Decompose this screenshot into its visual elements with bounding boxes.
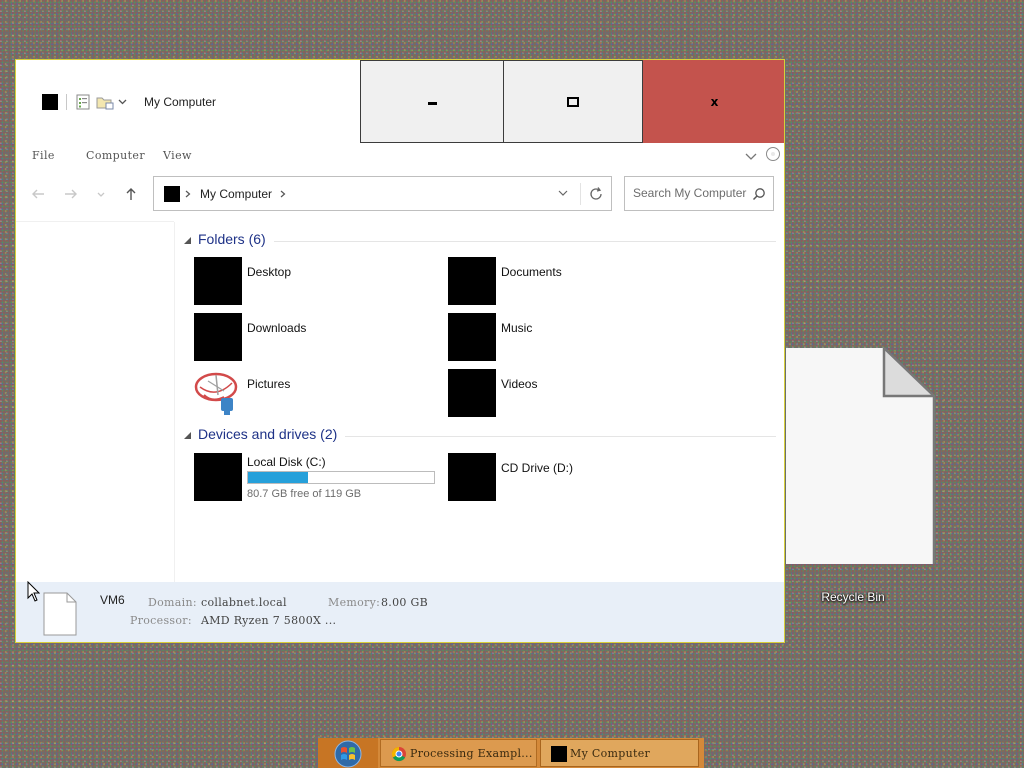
content-pane: Folders (6) Desktop Documents Downloads …	[174, 222, 784, 582]
devices-group-header[interactable]: Devices and drives (2)	[184, 426, 776, 446]
menu-computer[interactable]: Computer	[86, 149, 145, 162]
details-pane: VM6 Domain: collabnet.local Memory: 8.00…	[16, 582, 784, 642]
processor-value: AMD Ryzen 7 5800X ...	[201, 614, 337, 627]
search-input[interactable]	[633, 186, 748, 200]
processor-label: Processor:	[130, 614, 192, 627]
folder-label: Downloads	[247, 321, 307, 335]
recent-locations-chevron-icon[interactable]	[96, 186, 106, 202]
computer-file-icon	[43, 592, 77, 636]
memory-value: 8.00 GB	[381, 596, 428, 609]
address-path[interactable]: My Computer	[200, 187, 272, 201]
local-disk-icon	[194, 453, 242, 501]
folder-tile-pictures[interactable]: Pictures	[194, 369, 434, 417]
group-divider	[198, 241, 776, 242]
mouse-cursor-icon	[27, 581, 40, 602]
drive-tile-local-disk[interactable]: Local Disk (C:) 80.7 GB free of 119 GB	[194, 453, 435, 501]
up-arrow-icon[interactable]	[123, 186, 139, 202]
folder-label: Documents	[501, 265, 562, 279]
windows-start-icon	[334, 740, 362, 768]
folder-tile-documents[interactable]: Documents	[448, 257, 688, 305]
folder-label: Desktop	[247, 265, 292, 279]
close-button[interactable]: x	[643, 60, 784, 143]
forward-arrow-icon[interactable]	[63, 186, 79, 202]
documents-folder-icon	[448, 257, 496, 305]
computer-icon	[551, 746, 567, 762]
cd-drive-icon	[448, 453, 496, 501]
drive-usage-bar	[247, 471, 435, 484]
music-folder-icon	[448, 313, 496, 361]
explorer-window: My Computer x File Computer View My Comp…	[15, 59, 785, 643]
downloads-folder-icon	[194, 313, 242, 361]
folder-tile-desktop[interactable]: Desktop	[194, 257, 434, 305]
address-history-chevron-icon[interactable]	[558, 189, 568, 197]
drive-tile-cd-drive[interactable]: CD Drive (D:)	[448, 453, 688, 501]
videos-folder-icon	[448, 369, 496, 417]
drive-usage-fill	[248, 472, 308, 483]
domain-label: Domain:	[148, 596, 197, 609]
collapse-arrow-icon[interactable]	[184, 432, 191, 439]
folder-label: Videos	[501, 377, 538, 391]
start-button[interactable]	[318, 738, 378, 768]
close-icon: x	[710, 94, 719, 109]
refresh-icon[interactable]	[588, 186, 604, 202]
recycle-bin-label: Recycle Bin	[821, 590, 885, 604]
drive-label: Local Disk (C:)	[247, 455, 326, 469]
maximize-button[interactable]	[503, 60, 643, 143]
properties-icon[interactable]	[76, 94, 90, 110]
chevron-down-icon[interactable]	[118, 97, 127, 106]
computer-icon	[164, 186, 180, 202]
window-title: My Computer	[144, 95, 217, 109]
recycle-bin-desktop-icon[interactable]: Recycle Bin	[786, 346, 936, 608]
help-icon[interactable]	[766, 147, 780, 161]
taskbar-button-my-computer[interactable]: My Computer	[540, 739, 699, 767]
navigation-pane[interactable]	[16, 222, 175, 582]
expand-ribbon-icon[interactable]	[745, 150, 757, 162]
search-box[interactable]	[624, 176, 774, 211]
taskbar: Processing Exampl... My Computer	[318, 738, 704, 768]
computer-app-icon	[42, 94, 58, 110]
new-folder-icon[interactable]	[96, 95, 114, 110]
taskbar-button-label: My Computer	[570, 747, 651, 760]
address-divider	[580, 183, 581, 205]
folders-group-title: Folders (6)	[198, 231, 274, 247]
menu-file[interactable]: File	[32, 149, 55, 162]
folder-tile-videos[interactable]: Videos	[448, 369, 688, 417]
menu-bar: File Computer View	[16, 144, 784, 168]
desktop-folder-icon	[194, 257, 242, 305]
minimize-icon	[427, 102, 437, 105]
quick-access-divider	[66, 94, 67, 110]
folder-label: Music	[501, 321, 533, 335]
devices-group-title: Devices and drives (2)	[198, 426, 346, 442]
chevron-right-icon[interactable]	[185, 190, 191, 198]
taskbar-button-chrome[interactable]: Processing Exampl...	[380, 739, 537, 767]
folder-label: Pictures	[247, 377, 291, 391]
back-arrow-icon[interactable]	[30, 186, 46, 202]
collapse-arrow-icon[interactable]	[184, 237, 191, 244]
maximize-icon	[567, 96, 579, 107]
menu-view[interactable]: View	[163, 149, 192, 162]
recycle-bin-icon	[786, 347, 936, 564]
drive-label: CD Drive (D:)	[501, 461, 573, 475]
address-bar[interactable]: My Computer	[153, 176, 612, 211]
chrome-icon	[391, 746, 406, 762]
domain-value: collabnet.local	[201, 596, 287, 609]
pictures-folder-icon	[194, 372, 238, 415]
search-icon[interactable]	[752, 187, 766, 201]
chevron-right-icon[interactable]	[280, 190, 286, 198]
minimize-button[interactable]	[360, 60, 504, 143]
folders-group-header[interactable]: Folders (6)	[184, 231, 776, 251]
taskbar-button-label: Processing Exampl...	[410, 747, 533, 760]
title-bar[interactable]: My Computer x	[16, 60, 784, 144]
memory-label: Memory:	[328, 596, 381, 609]
folder-tile-downloads[interactable]: Downloads	[194, 313, 434, 361]
folder-tile-music[interactable]: Music	[448, 313, 688, 361]
computer-name: VM6	[100, 593, 125, 607]
drive-free-space: 80.7 GB free of 119 GB	[247, 488, 362, 500]
navigation-bar: My Computer	[16, 168, 784, 218]
